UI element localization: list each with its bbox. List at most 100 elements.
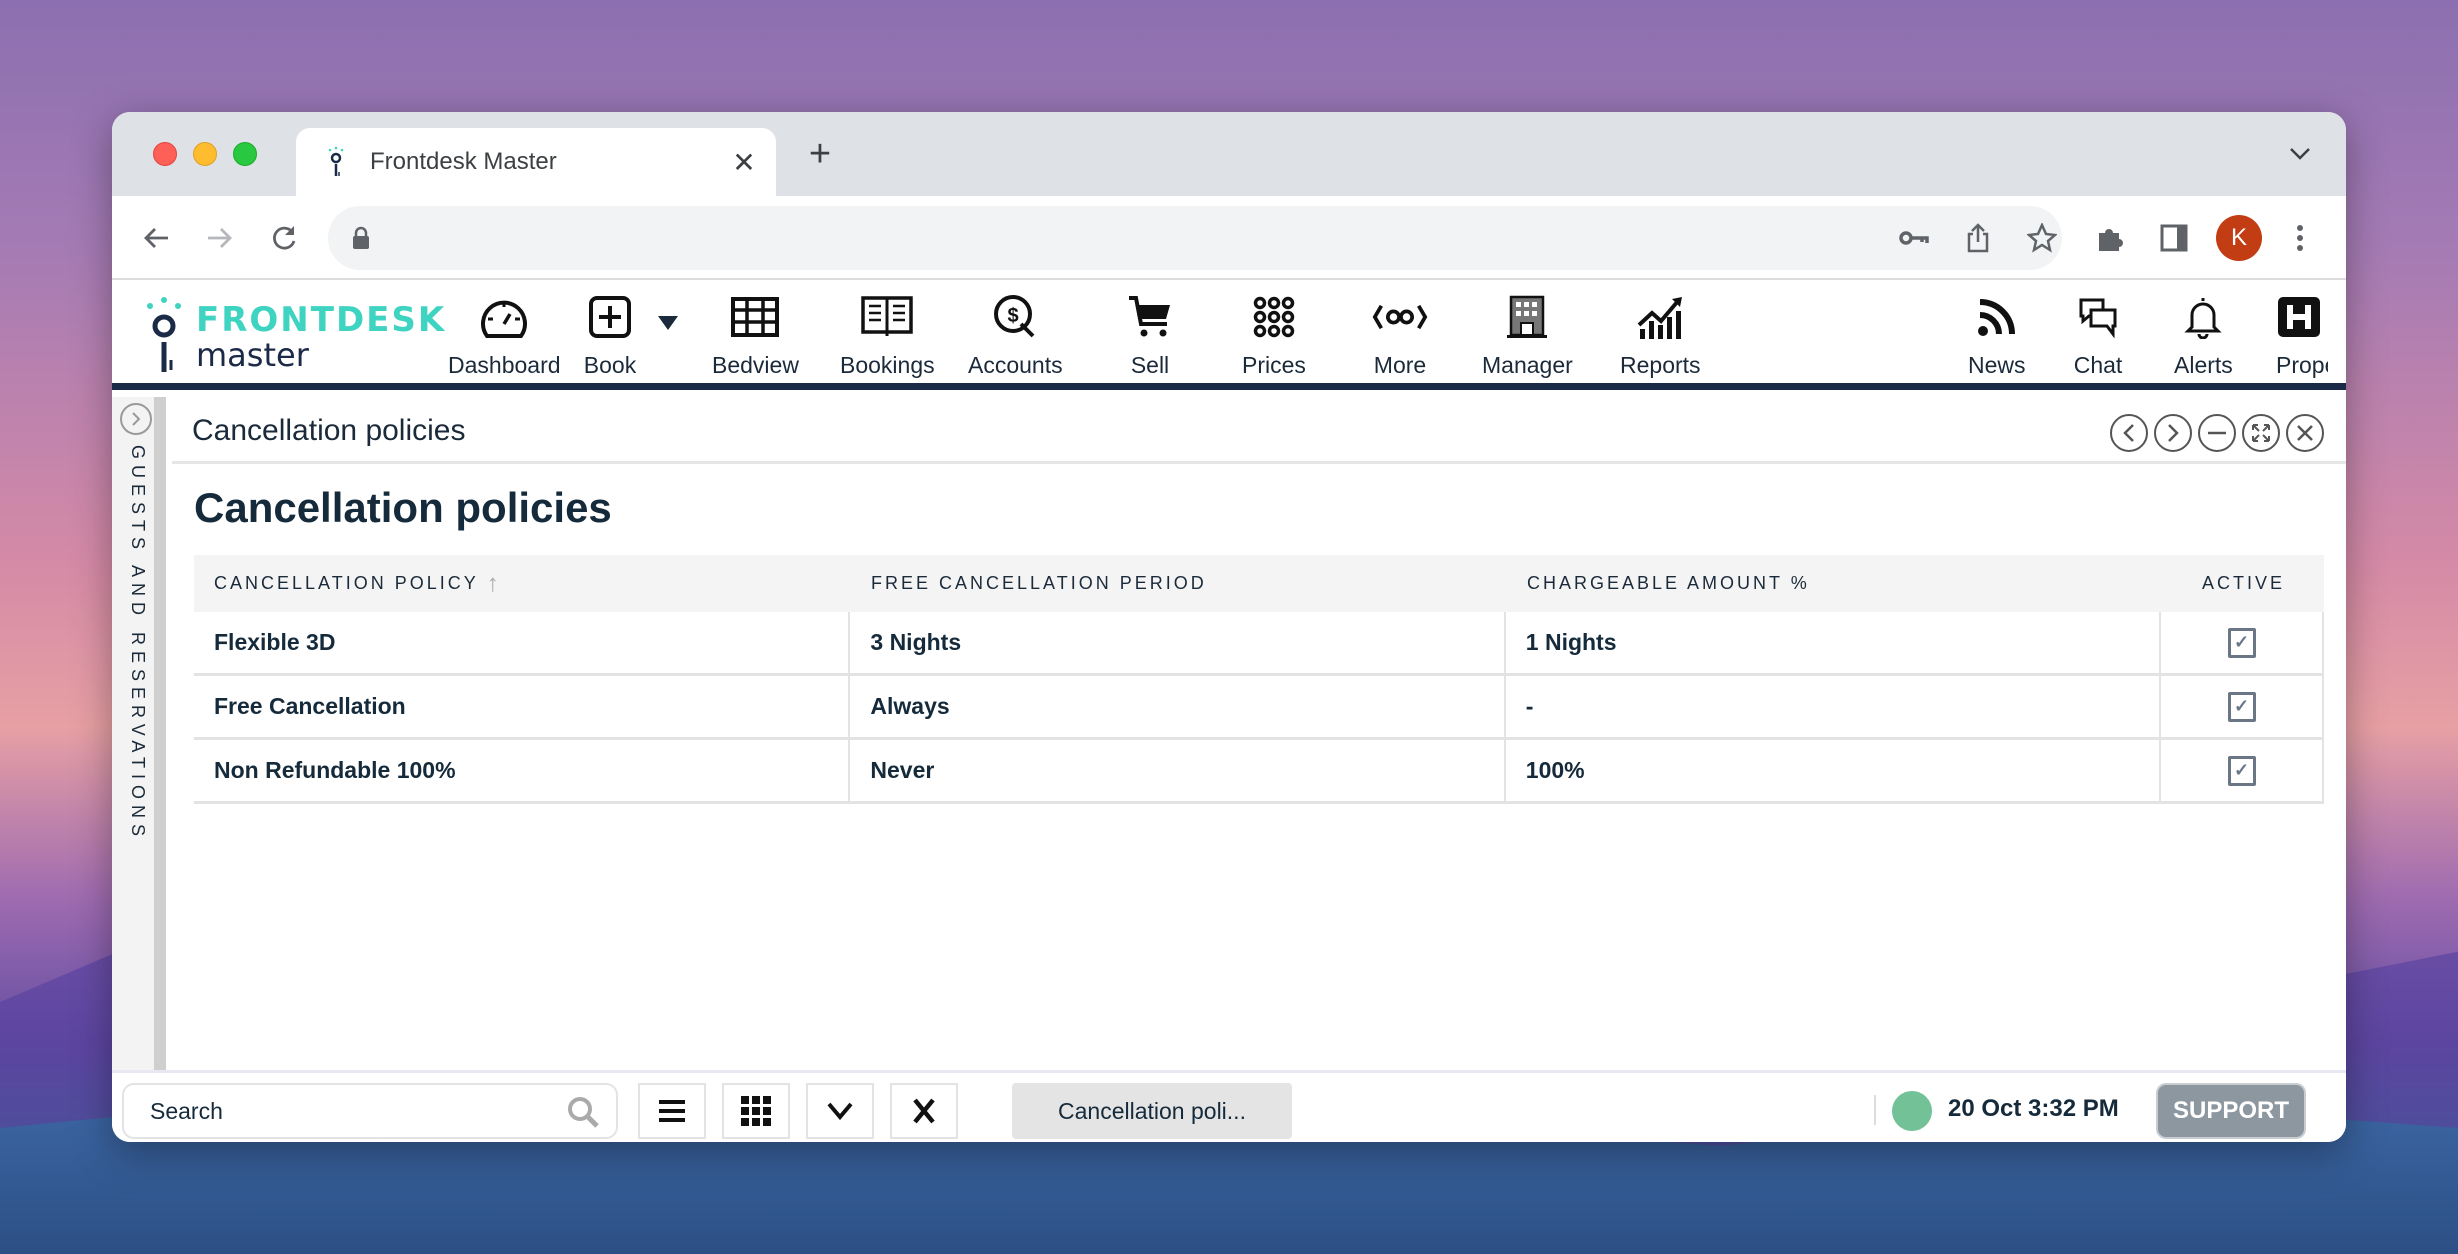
table-row[interactable]: Free Cancellation Always - ✓ [194, 676, 2324, 740]
cell-period: Always [850, 676, 1506, 737]
panel-next-button[interactable] [2154, 414, 2192, 452]
nav-dashboard[interactable]: Dashboard [448, 290, 561, 380]
search-input[interactable]: Search [122, 1083, 618, 1139]
minimize-window-button[interactable] [193, 142, 217, 166]
cell-policy: Free Cancellation [194, 676, 851, 737]
cell-active: ✓ [2161, 740, 2322, 801]
nav-label: Dashboard [448, 352, 561, 378]
kebab-menu-icon [2297, 225, 2303, 251]
nav-sell[interactable]: Sell [1122, 290, 1178, 380]
tab-close-icon[interactable]: ✕ [722, 140, 766, 184]
page-heading: Cancellation policies [194, 484, 612, 531]
browser-window: Frontdesk Master ✕ + K FRONTDESK master … [112, 112, 2346, 1142]
new-tab-button[interactable]: + [798, 132, 842, 176]
tab-search-button[interactable] [2282, 136, 2318, 172]
profile-avatar[interactable]: K [2216, 215, 2262, 261]
plus-square-icon [589, 296, 631, 338]
nav-news[interactable]: News [1968, 290, 2026, 380]
nav-alerts[interactable]: Alerts [2174, 290, 2233, 380]
lock-icon [353, 226, 369, 249]
cell-amount: 100% [1506, 740, 2162, 801]
logo-text-bottom: master [196, 336, 309, 374]
password-key-icon[interactable] [1894, 218, 1934, 258]
address-bar[interactable] [328, 206, 2062, 270]
nav-accounts[interactable]: $ Accounts [968, 290, 1063, 380]
maximize-window-button[interactable] [233, 142, 257, 166]
cell-active: ✓ [2161, 612, 2322, 673]
panel-prev-button[interactable] [2110, 414, 2148, 452]
nav-label: Sell [1130, 352, 1170, 378]
cancellation-policies-panel: Cancellation policies Cancellation polic… [172, 402, 2346, 1142]
more-icon [1372, 304, 1428, 330]
guests-reservations-rail[interactable]: GUESTS AND RESERVATIONS [112, 397, 158, 1077]
book-dropdown-button[interactable] [658, 316, 678, 406]
nav-reports[interactable]: Reports [1620, 290, 1701, 380]
grid-view-button[interactable] [722, 1083, 790, 1139]
favicon-icon [328, 146, 344, 176]
bookmark-star-icon[interactable] [2022, 218, 2062, 258]
table-row[interactable]: Non Refundable 100% Never 100% ✓ [194, 740, 2324, 804]
frontdesk-logo[interactable]: FRONTDESK master [140, 292, 444, 374]
panel-close-button[interactable] [2286, 414, 2324, 452]
active-checkbox[interactable]: ✓ [2227, 627, 2256, 658]
nav-property[interactable]: Prope [2276, 290, 2328, 380]
expand-rail-button[interactable] [120, 403, 152, 435]
hotel-icon [2278, 297, 2320, 337]
cell-active: ✓ [2161, 676, 2322, 737]
taskbar-item[interactable]: Cancellation poli... [1012, 1083, 1292, 1139]
table-header: CANCELLATION POLICY ↑ FREE CANCELLATION … [194, 555, 2324, 612]
puzzle-icon [2099, 229, 2123, 251]
table-row[interactable]: Flexible 3D 3 Nights 1 Nights ✓ [194, 612, 2324, 676]
side-panel-icon [2160, 224, 2188, 252]
dashboard-gauge-icon [481, 300, 528, 338]
rail-label: GUESTS AND RESERVATIONS [128, 445, 148, 843]
caret-down-icon [658, 316, 678, 330]
column-header-active[interactable]: ACTIVE [2163, 573, 2324, 594]
search-icon[interactable] [566, 1095, 600, 1129]
side-panel-button[interactable] [2152, 216, 2196, 260]
bottom-bar: Search Cancellation poli... 20 Oct 3:32 … [112, 1070, 2346, 1142]
nav-label: Prices [1242, 352, 1306, 378]
sort-ascending-icon: ↑ [486, 569, 499, 597]
nav-book[interactable]: Book [582, 290, 638, 380]
reload-button[interactable] [262, 216, 306, 260]
tab-strip: Frontdesk Master ✕ + [112, 112, 2346, 196]
column-header-period[interactable]: FREE CANCELLATION PERIOD [851, 573, 1507, 594]
bell-icon [2184, 298, 2223, 339]
column-header-label: CANCELLATION POLICY [214, 573, 479, 593]
building-icon [1507, 295, 1548, 338]
grid-icon [741, 1096, 771, 1126]
share-icon[interactable] [1958, 218, 1998, 258]
back-button[interactable] [134, 216, 178, 260]
nav-bedview[interactable]: Bedview [712, 290, 799, 380]
nav-bookings[interactable]: Bookings [840, 290, 935, 380]
nav-label: Bookings [840, 352, 935, 378]
chat-icon [2079, 298, 2117, 338]
nav-label: Accounts [968, 352, 1063, 378]
extensions-button[interactable] [2088, 216, 2132, 260]
column-header-amount[interactable]: CHARGEABLE AMOUNT % [1507, 573, 2163, 594]
nav-more[interactable]: More [1372, 290, 1428, 380]
nav-manager[interactable]: Manager [1482, 290, 1573, 380]
close-all-button[interactable] [890, 1083, 958, 1139]
active-checkbox[interactable]: ✓ [2227, 691, 2256, 722]
collapse-button[interactable] [806, 1083, 874, 1139]
support-button[interactable]: SUPPORT [2156, 1083, 2306, 1139]
close-icon [913, 1098, 935, 1124]
close-window-button[interactable] [153, 142, 177, 166]
rail-scrollbar[interactable] [154, 397, 166, 1077]
list-view-button[interactable] [638, 1083, 706, 1139]
forward-button[interactable] [198, 216, 242, 260]
panel-minimize-button[interactable] [2198, 414, 2236, 452]
dots-grid-icon [1253, 296, 1295, 338]
app-navigation: FRONTDESK master Dashboard Book Bedview … [112, 280, 2346, 390]
panel-maximize-button[interactable] [2242, 414, 2280, 452]
policies-table: CANCELLATION POLICY ↑ FREE CANCELLATION … [194, 555, 2324, 804]
nav-prices[interactable]: Prices [1242, 290, 1306, 380]
nav-chat[interactable]: Chat [2070, 290, 2126, 380]
active-checkbox[interactable]: ✓ [2227, 755, 2256, 786]
browser-menu-button[interactable] [2278, 216, 2322, 260]
browser-toolbar: K [112, 196, 2346, 280]
browser-tab[interactable]: Frontdesk Master ✕ [296, 128, 776, 196]
column-header-policy[interactable]: CANCELLATION POLICY ↑ [194, 570, 851, 598]
